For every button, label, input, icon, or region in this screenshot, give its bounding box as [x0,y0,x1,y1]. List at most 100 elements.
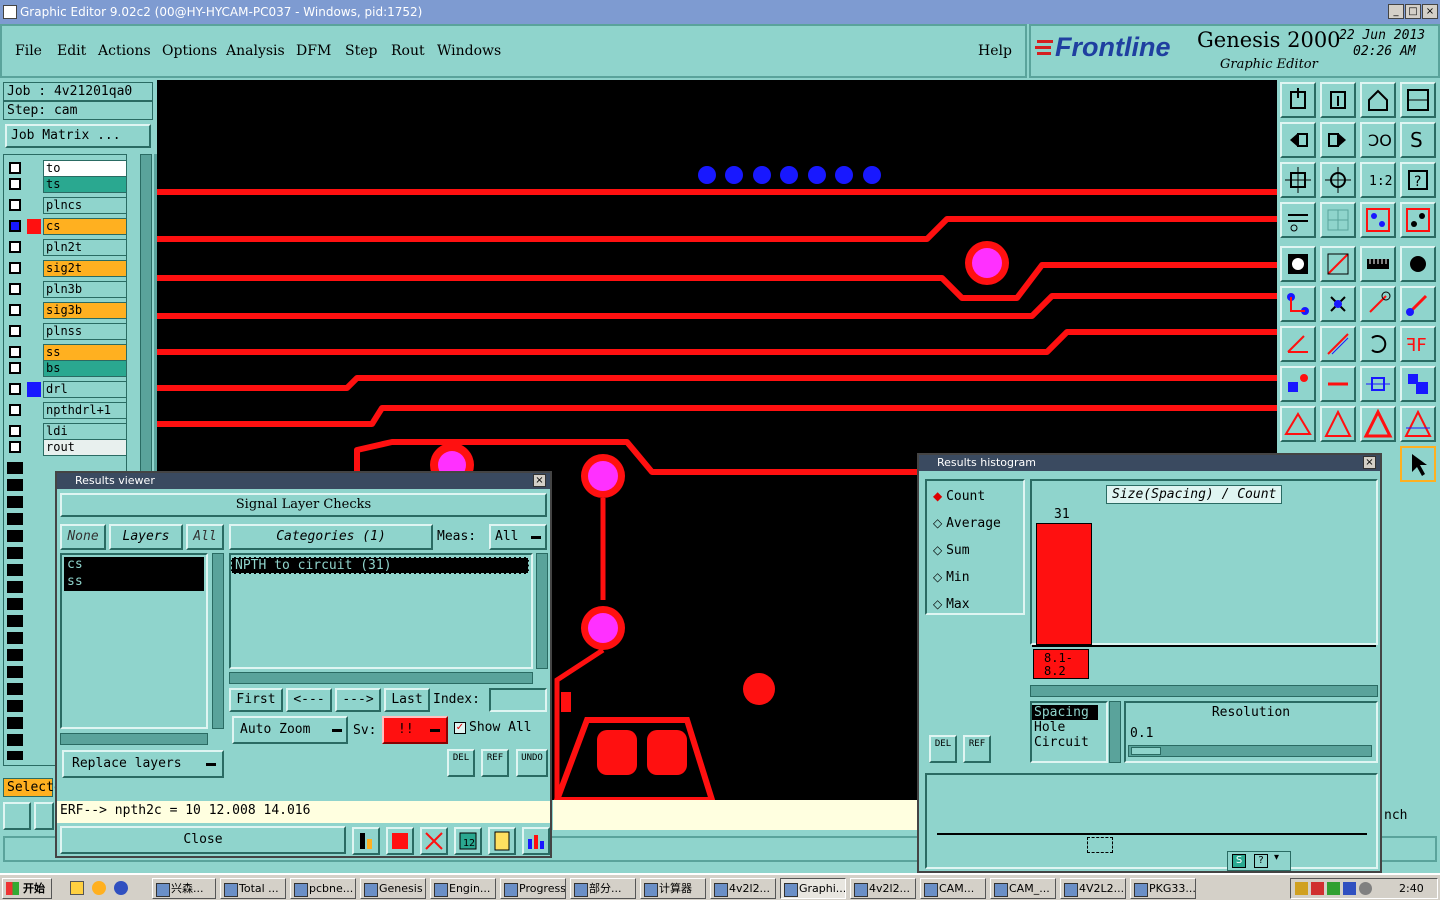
tool-diagonal-icon[interactable] [1320,326,1356,362]
prev-button[interactable]: <--- [286,688,332,712]
index-input[interactable] [489,688,547,712]
tool-delete-icon[interactable] [1320,286,1356,322]
layer-checkbox[interactable] [9,178,21,190]
tray-icon[interactable] [1311,882,1324,895]
stat-radio-sum[interactable]: ◇ Sum [933,543,970,558]
tool-open-icon[interactable] [1280,82,1316,118]
exclude-icon[interactable] [420,827,448,855]
task-item[interactable]: Total ... [220,878,286,899]
resolution-slider[interactable] [1128,745,1372,757]
close-button[interactable]: × [1422,4,1438,19]
menu-actions[interactable]: Actions [98,43,151,59]
layer-row[interactable]: plncs [7,197,127,214]
tool-resize-icon[interactable] [1360,366,1396,402]
layer-checkbox[interactable] [9,425,21,437]
layer-checkbox[interactable] [9,262,21,274]
tool-scale-icon[interactable]: 1:2 [1360,162,1396,198]
menu-options[interactable]: Options [162,43,217,59]
layer-row[interactable]: plnss [7,323,127,340]
layer-row[interactable]: pln2t [7,239,127,256]
tool-triangle4-icon[interactable] [1400,406,1436,442]
category-item[interactable]: NPTH to circuit (31) [231,557,529,574]
layer-row[interactable]: ss [7,344,127,361]
task-item[interactable]: Engin... [430,878,496,899]
task-item[interactable]: pcbne... [290,878,356,899]
auto-zoom-select[interactable]: Auto Zoom [232,716,348,744]
tool-help-icon[interactable]: ? [1400,162,1436,198]
tool-save-icon[interactable] [1320,82,1356,118]
tool-netlist2-icon[interactable] [1400,202,1436,238]
tool-zoom-fit-icon[interactable] [1280,162,1316,198]
tray-icon[interactable] [1359,882,1372,895]
close-results-button[interactable]: Close [60,826,346,854]
tool-window-icon[interactable] [1400,82,1436,118]
tool-group-icon[interactable] [1400,366,1436,402]
category-list[interactable]: NPTH to circuit (31) [229,553,533,669]
layer-checkbox[interactable] [9,325,21,337]
report-icon[interactable] [488,827,516,855]
layer-checkbox[interactable] [9,304,21,316]
status-tool-icon[interactable] [3,802,31,830]
quicklaunch-desktop-icon[interactable] [70,881,84,895]
layer-name[interactable]: to [43,160,127,177]
menu-rout[interactable]: Rout [391,43,425,59]
tool-rotate-icon[interactable] [1360,326,1396,362]
layer-name[interactable]: sig2t [43,260,127,277]
tray-icon[interactable] [1343,882,1356,895]
layer-checkbox[interactable] [9,220,21,232]
menu-edit[interactable]: Edit [57,43,86,59]
resolution-slider-thumb[interactable] [1131,747,1161,755]
snap-icon[interactable]: S [1232,854,1246,868]
del-button[interactable]: DEL [447,749,475,777]
hist-ref-button[interactable]: REF [963,735,991,763]
layer-results-list[interactable]: cs ss [60,553,208,729]
layer-row[interactable]: npthdrl+1 [7,402,127,419]
meas-select[interactable]: All [489,524,547,550]
stat-radio-count[interactable]: ◆ Count [933,489,985,504]
layer-row[interactable]: to [7,160,127,177]
layer-name[interactable]: rout [43,439,127,456]
tool-minus-icon[interactable] [1320,366,1356,402]
task-item[interactable]: 兴森... [152,878,216,899]
show-all-checkbox[interactable]: ✓ [454,722,466,734]
start-button[interactable]: 开始 [2,878,52,899]
task-item[interactable]: 4V2L2... [1060,878,1126,899]
task-item[interactable]: 部分... [570,878,636,899]
layer-name[interactable]: pln2t [43,239,127,256]
layer-checkbox[interactable] [9,162,21,174]
task-item[interactable]: CAM_... [990,878,1056,899]
job-matrix-button[interactable]: Job Matrix ... [5,124,151,148]
all-button[interactable]: All [186,524,224,550]
layer-checkbox[interactable] [9,441,21,453]
layer-name[interactable]: sig3b [43,302,127,319]
layer-name[interactable]: plnss [43,323,127,340]
tool-select-icon[interactable] [1320,246,1356,282]
category-hscroll[interactable] [229,672,533,684]
tool-connect-icon[interactable] [1280,286,1316,322]
layer-name[interactable]: ts [43,176,127,193]
tool-snap-icon[interactable]: S [1400,122,1436,158]
menu-help[interactable]: Help [978,43,1012,59]
tool-triangle3-icon[interactable] [1360,406,1396,442]
stat-radio-min[interactable]: ◇ Min [933,570,970,585]
tray-icon[interactable] [1327,882,1340,895]
tool-grid-icon[interactable] [1320,202,1356,238]
layer-results-scrollbar[interactable] [212,553,224,729]
layer-name[interactable]: cs [43,218,127,235]
layer-row[interactable]: drl [7,381,127,398]
layer-checkbox[interactable] [9,241,21,253]
category-scrollbar[interactable] [536,553,548,669]
tool-step-left-icon[interactable] [1280,122,1316,158]
quicklaunch-media-icon[interactable] [114,881,128,895]
layer-results-hscroll[interactable] [60,733,208,745]
layer-row[interactable]: pln3b [7,281,127,298]
layer-checkbox[interactable] [9,283,21,295]
type-list[interactable]: Spacing Hole Circuit [1030,701,1108,763]
stat-radio-average[interactable]: ◇ Average [933,516,1001,531]
layer-name[interactable]: pln3b [43,281,127,298]
hist-del-button[interactable]: DEL [929,735,957,763]
stepper-icon[interactable]: ▾ [1274,852,1279,863]
task-item-active[interactable]: Graphi... [780,878,846,899]
layer-row[interactable]: rout [7,439,127,456]
tool-pointer-icon[interactable] [1400,446,1436,482]
